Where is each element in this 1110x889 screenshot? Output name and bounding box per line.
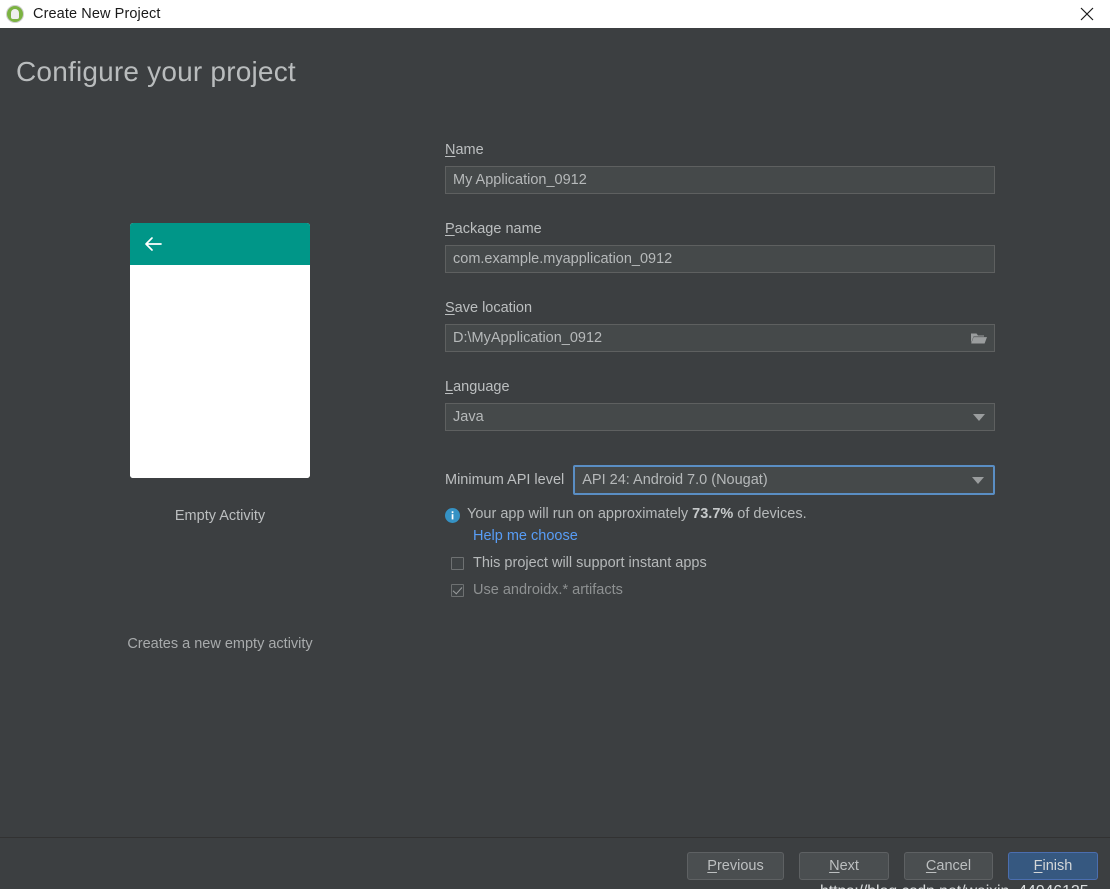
- devices-suffix: of devices.: [733, 506, 807, 522]
- devices-percent: 73.7%: [692, 506, 734, 522]
- save-location-label: Save location: [445, 300, 533, 316]
- androidx-checkbox[interactable]: [451, 583, 464, 597]
- minimum-api-select-value: API 24: Android 7.0 (Nougat): [582, 472, 768, 488]
- close-icon[interactable]: [1064, 0, 1110, 28]
- name-input-value: My Application_0912: [453, 172, 587, 188]
- field-group-minimum-api: Minimum API level API 24: Android 7.0 (N…: [445, 465, 995, 495]
- info-icon: [445, 508, 460, 523]
- package-name-label: Package name: [445, 221, 542, 237]
- instant-apps-label: This project will support instant apps: [473, 555, 707, 571]
- template-name-label: Empty Activity: [174, 508, 266, 524]
- chevron-down-icon: [972, 477, 984, 484]
- finish-button[interactable]: Finish: [1008, 852, 1098, 880]
- field-group-name: Name My Application_0912: [445, 142, 995, 194]
- window-title: Create New Project: [33, 6, 161, 22]
- androidx-label: Use androidx.* artifacts: [473, 582, 623, 598]
- field-group-save-location: Save location D:\MyApplication_0912: [445, 300, 995, 352]
- cancel-button[interactable]: Cancel: [904, 852, 993, 880]
- name-input[interactable]: My Application_0912: [445, 166, 995, 194]
- window-title-bar: Create New Project: [0, 0, 1110, 28]
- minimum-api-select[interactable]: API 24: Android 7.0 (Nougat): [573, 465, 995, 495]
- next-button[interactable]: Next: [799, 852, 889, 880]
- devices-prefix: Your app will run on approximately: [467, 506, 693, 522]
- preview-app-bar: [130, 223, 310, 265]
- name-label: Name: [445, 142, 484, 158]
- watermark-text: https://blog.csdn.net/weixin_44046125: [820, 883, 1089, 889]
- language-select[interactable]: Java: [445, 403, 995, 431]
- devices-coverage-text: Your app will run on approximately 73.7%…: [467, 506, 807, 522]
- android-robot-icon: [5, 4, 25, 24]
- dialog-button-bar: Previous Next Cancel Finish: [0, 838, 1110, 889]
- help-me-choose-link[interactable]: Help me choose: [473, 528, 995, 544]
- field-group-package-name: Package name com.example.myapplication_0…: [445, 221, 995, 273]
- folder-icon[interactable]: [970, 331, 988, 346]
- instant-apps-checkbox[interactable]: [451, 556, 464, 570]
- template-preview-panel: Empty Activity Creates a new empty activ…: [0, 223, 440, 652]
- page-title: Configure your project: [16, 56, 296, 87]
- phone-preview: [130, 223, 310, 478]
- preview-body: [130, 265, 310, 478]
- save-location-input-value: D:\MyApplication_0912: [453, 330, 603, 346]
- language-select-value: Java: [453, 409, 484, 425]
- package-name-input[interactable]: com.example.myapplication_0912: [445, 245, 995, 273]
- field-group-language: Language Java: [445, 379, 995, 431]
- chevron-down-icon: [973, 414, 985, 421]
- checkbox-row-androidx[interactable]: Use androidx.* artifacts: [451, 582, 995, 598]
- project-configuration-form: Name My Application_0912 Package name co…: [445, 142, 995, 598]
- checkbox-row-instant-apps[interactable]: This project will support instant apps: [451, 555, 995, 571]
- devices-coverage-note: Your app will run on approximately 73.7%…: [445, 506, 995, 523]
- save-location-input[interactable]: D:\MyApplication_0912: [445, 324, 995, 352]
- create-new-project-dialog: Configure your project Empty Activity Cr…: [0, 28, 1110, 889]
- minimum-api-label: Minimum API level: [445, 472, 565, 488]
- package-name-input-value: com.example.myapplication_0912: [453, 251, 673, 267]
- back-arrow-icon: [142, 233, 164, 255]
- language-label: Language: [445, 379, 510, 395]
- template-description-label: Creates a new empty activity: [127, 636, 313, 652]
- previous-button[interactable]: Previous: [687, 852, 784, 880]
